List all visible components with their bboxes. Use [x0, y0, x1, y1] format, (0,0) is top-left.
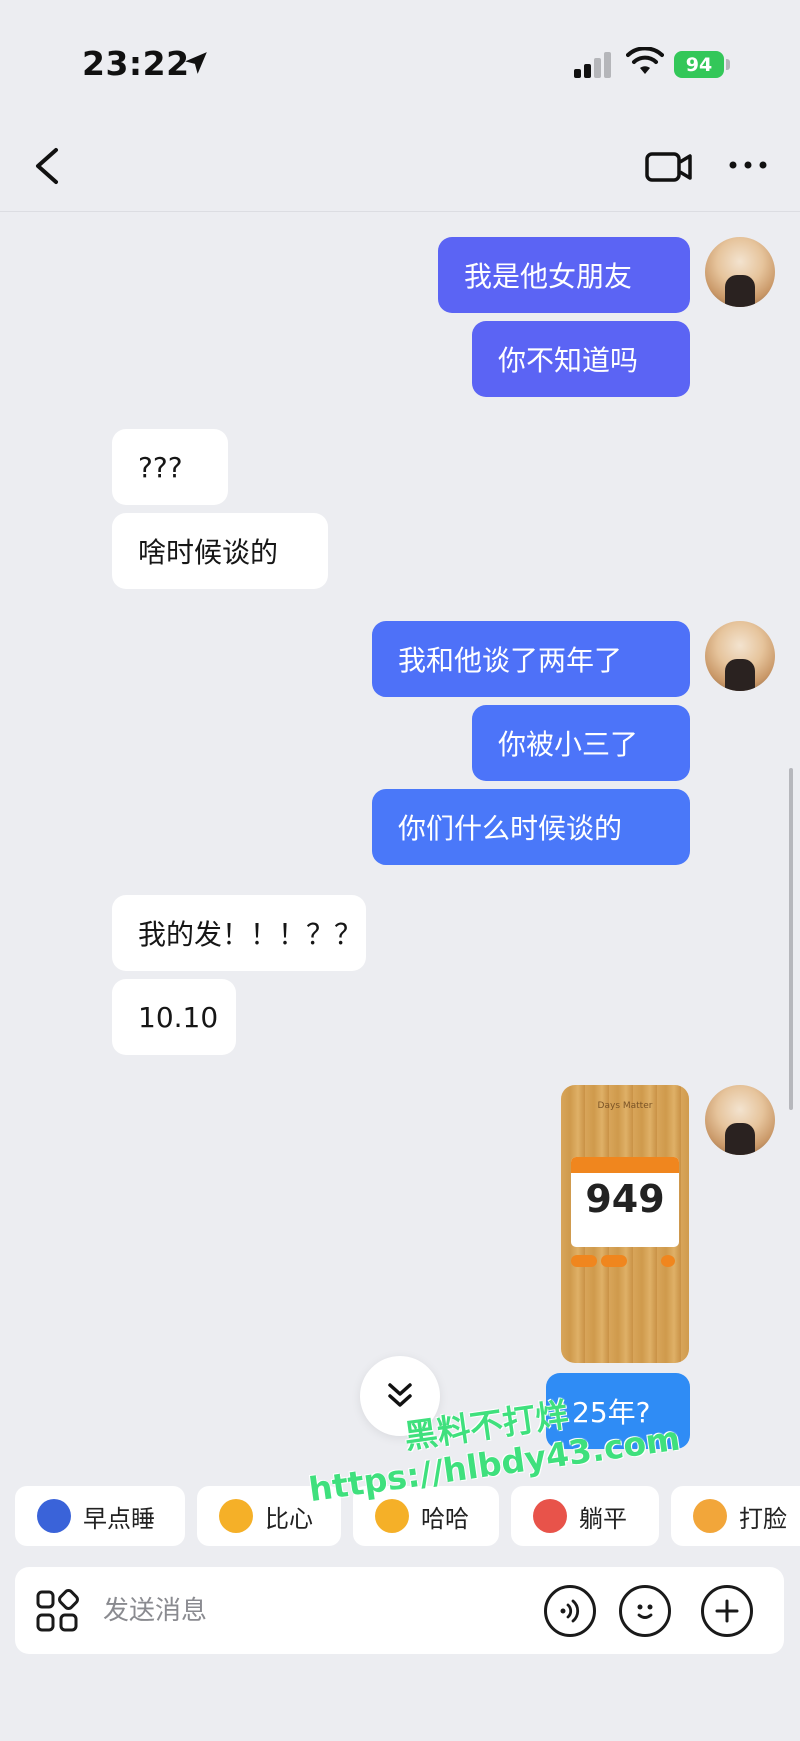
sleep-emoji-icon [37, 1499, 71, 1533]
location-arrow-icon [185, 52, 207, 74]
plus-button[interactable] [701, 1585, 753, 1637]
message-input-bar [15, 1567, 784, 1654]
voice-icon [560, 1599, 580, 1623]
lie-flat-emoji-icon [533, 1499, 567, 1533]
message-bubble[interactable]: 我的发！！！？？ [112, 895, 366, 971]
message-bubble[interactable]: ??? [112, 429, 228, 505]
status-bar: 23:22 94 [0, 0, 800, 120]
quick-reply-chip[interactable]: 哈哈 [353, 1486, 499, 1546]
message-bubble[interactable]: 10.10 [112, 979, 236, 1055]
battery-tip [726, 59, 730, 70]
quick-reply-label: 打脸 [739, 1504, 787, 1533]
quick-reply-chip[interactable]: 躺平 [511, 1486, 659, 1546]
apps-grid-icon[interactable] [35, 1589, 79, 1633]
voice-button[interactable] [544, 1585, 596, 1637]
quick-reply-chip[interactable]: 比心 [197, 1486, 341, 1546]
battery-level: 94 [685, 53, 713, 76]
more-dots-icon[interactable] [726, 150, 770, 180]
quick-reply-chip[interactable]: 早点睡 [15, 1486, 185, 1546]
image-app-title: Days Matter [597, 1101, 653, 1111]
quick-reply-label: 早点睡 [83, 1504, 155, 1533]
message-bubble[interactable]: 25年? [546, 1373, 690, 1449]
message-input[interactable] [103, 1581, 543, 1641]
message-bubble[interactable]: 我和他谈了两年了 [372, 621, 690, 697]
double-chevron-down-icon [388, 1383, 412, 1407]
face-slap-emoji-icon [693, 1499, 727, 1533]
status-time: 23:22 [82, 44, 190, 83]
wifi-icon [626, 47, 664, 74]
image-pill [571, 1255, 597, 1267]
message-bubble[interactable]: 啥时候谈的 [112, 513, 328, 589]
laugh-emoji-icon [375, 1499, 409, 1533]
chat-header [0, 120, 800, 212]
quick-reply-label: 躺平 [579, 1504, 627, 1533]
image-message[interactable]: Days Matter 949 [561, 1085, 689, 1363]
scrollbar[interactable] [789, 768, 793, 1110]
plus-icon [715, 1599, 739, 1623]
heart-emoji-icon [219, 1499, 253, 1533]
avatar[interactable] [705, 1085, 775, 1155]
image-pill [601, 1255, 627, 1267]
quick-reply-row: 早点睡 比心 哈哈 躺平 打脸 [0, 1486, 800, 1546]
video-camera-icon[interactable] [644, 146, 694, 186]
image-card-header [571, 1157, 679, 1173]
avatar[interactable] [705, 621, 775, 691]
battery-icon: 94 [674, 51, 724, 78]
message-bubble[interactable]: 你被小三了 [472, 705, 690, 781]
emoji-icon [637, 1604, 653, 1619]
quick-reply-chip[interactable]: 打脸 [671, 1486, 800, 1546]
image-day-count: 949 [585, 1177, 665, 1221]
avatar[interactable] [705, 237, 775, 307]
message-bubble[interactable]: 我是他女朋友 [438, 237, 690, 313]
quick-reply-label: 比心 [265, 1504, 313, 1533]
emoji-button[interactable] [619, 1585, 671, 1637]
image-counter-card: 949 [571, 1157, 679, 1247]
quick-reply-label: 哈哈 [421, 1504, 469, 1533]
signal-icon [574, 50, 614, 78]
image-pill [661, 1255, 675, 1267]
back-arrow-icon[interactable] [28, 144, 68, 188]
scroll-to-bottom-button[interactable] [360, 1356, 440, 1436]
message-bubble[interactable]: 你们什么时候谈的 [372, 789, 690, 865]
chat-area[interactable]: 我是他女朋友 你不知道吗 ??? 啥时候谈的 我和他谈了两年了 你被小三了 你们… [0, 213, 800, 1478]
message-bubble[interactable]: 你不知道吗 [472, 321, 690, 397]
